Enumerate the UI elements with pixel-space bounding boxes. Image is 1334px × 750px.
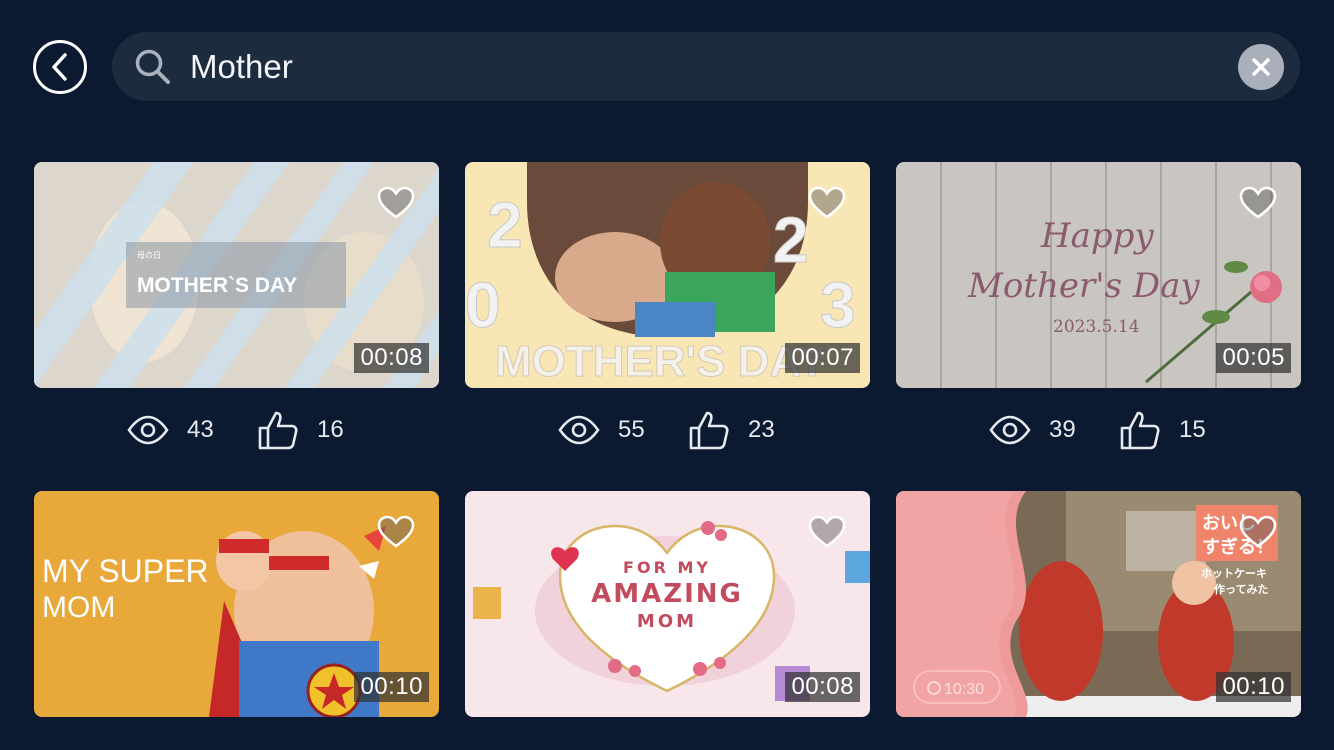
thumb-digit: 2 — [773, 204, 809, 276]
views-count: 55 — [618, 416, 645, 443]
likes-count: 23 — [748, 416, 775, 443]
thumb-line1: FOR MY — [623, 558, 711, 577]
heart-icon[interactable] — [377, 186, 415, 220]
thumb-subtitle: Mother's Day — [967, 266, 1200, 306]
thumbs-up-icon[interactable] — [257, 409, 299, 451]
thumbs-up-icon[interactable] — [688, 409, 730, 451]
heart-icon[interactable] — [1239, 515, 1277, 549]
template-stats: 55 23 — [558, 408, 775, 452]
eye-icon — [127, 415, 169, 445]
template-card[interactable]: MY SUPER MOM 00:10 — [34, 491, 439, 717]
template-stats: 39 15 — [989, 408, 1206, 452]
duration-badge: 00:08 — [785, 672, 860, 702]
thumb-digit: 0 — [465, 269, 501, 341]
eye-icon — [989, 415, 1031, 445]
svg-text:母の日: 母の日 — [137, 251, 161, 260]
search-icon — [135, 49, 170, 84]
duration-badge: 00:07 — [785, 343, 860, 373]
thumb-caption: 作ってみた — [1214, 582, 1268, 596]
eye-icon — [558, 415, 600, 445]
thumb-digit: 2 — [487, 189, 523, 261]
thumb-digit: 3 — [820, 269, 856, 341]
duration-badge: 00:05 — [1216, 343, 1291, 373]
chevron-left-icon — [52, 53, 67, 81]
thumb-title: Happy — [1040, 216, 1154, 256]
thumb-title: MY SUPER — [42, 553, 209, 589]
close-icon — [1252, 58, 1270, 76]
thumb-caption: ホットケーキ — [1201, 567, 1267, 580]
duration-badge: 00:08 — [354, 343, 429, 373]
thumb-title: AMAZING — [591, 579, 743, 609]
heart-icon[interactable] — [377, 515, 415, 549]
likes-count: 16 — [317, 416, 344, 443]
thumbs-up-icon[interactable] — [1119, 409, 1161, 451]
template-card[interactable]: FOR MY AMAZING MOM 00:08 — [465, 491, 870, 717]
views-count: 43 — [187, 416, 214, 443]
thumb-date: 2023.5.14 — [1053, 317, 1140, 337]
thumb-title: MOTHER'S DAY — [495, 337, 827, 386]
back-button[interactable] — [33, 40, 87, 94]
template-card[interactable]: おいし すぎる！ ホットケーキ 作ってみた 10:30 00:10 — [896, 491, 1301, 717]
thumb-title: MOTHER`S DAY — [137, 274, 297, 297]
heart-icon[interactable] — [808, 515, 846, 549]
template-card[interactable]: 母の日 MOTHER`S DAY 00:08 — [34, 162, 439, 388]
template-card[interactable]: Happy Mother's Day 2023.5.14 00:05 — [896, 162, 1301, 388]
thumb-line3: MOM — [637, 611, 697, 632]
likes-count: 15 — [1179, 416, 1206, 443]
search-input[interactable] — [190, 44, 1210, 89]
thumb-subtitle: MOM — [42, 591, 115, 624]
duration-badge: 00:10 — [1216, 672, 1291, 702]
thumb-timer: 10:30 — [944, 681, 984, 698]
heart-icon[interactable] — [808, 186, 846, 220]
search-bar[interactable] — [112, 32, 1300, 101]
template-card[interactable]: 2 0 2 3 MOTHER'S DAY 00:07 — [465, 162, 870, 388]
template-stats: 43 16 — [127, 408, 344, 452]
clear-search-button[interactable] — [1238, 44, 1284, 90]
heart-icon[interactable] — [1239, 186, 1277, 220]
views-count: 39 — [1049, 416, 1076, 443]
duration-badge: 00:10 — [354, 672, 429, 702]
